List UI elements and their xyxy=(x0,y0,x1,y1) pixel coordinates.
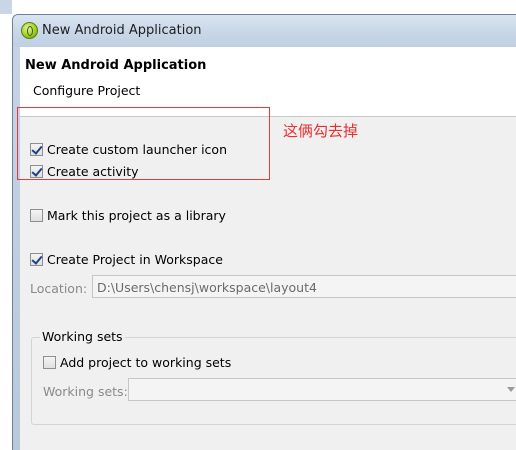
dialog-window: New Android Application New Android Appl… xyxy=(12,14,516,450)
wizard-subtitle: Configure Project xyxy=(33,83,141,98)
mark-library-label: Mark this project as a library xyxy=(47,208,226,223)
mark-library-checkbox[interactable] xyxy=(30,209,43,222)
add-to-working-sets-label: Add project to working sets xyxy=(60,355,232,370)
location-input[interactable]: D:\Users\chensj\workspace\layout4 xyxy=(92,275,516,298)
mark-library-option[interactable]: Mark this project as a library xyxy=(30,208,226,223)
location-label: Location: xyxy=(30,281,88,296)
create-in-workspace-label: Create Project in Workspace xyxy=(47,252,223,267)
create-in-workspace-option[interactable]: Create Project in Workspace xyxy=(30,252,223,267)
working-sets-group-label: Working sets xyxy=(40,329,125,344)
working-sets-combo-label: Working sets: xyxy=(43,384,128,399)
background-window-edge xyxy=(0,0,12,14)
chevron-down-icon[interactable] xyxy=(507,387,515,392)
add-to-working-sets-option[interactable]: Add project to working sets xyxy=(43,355,231,370)
desktop-background xyxy=(0,0,516,14)
wizard-title: New Android Application xyxy=(25,58,207,73)
eclipse-app-icon xyxy=(21,22,38,39)
annotation-note: 这俩勾去掉 xyxy=(283,122,359,140)
create-in-workspace-checkbox[interactable] xyxy=(30,253,43,266)
annotation-highlight-box xyxy=(17,107,270,180)
working-sets-combo[interactable] xyxy=(128,378,516,401)
title-bar[interactable]: New Android Application xyxy=(13,15,516,47)
window-title: New Android Application xyxy=(42,23,202,38)
add-to-working-sets-checkbox[interactable] xyxy=(43,356,56,369)
